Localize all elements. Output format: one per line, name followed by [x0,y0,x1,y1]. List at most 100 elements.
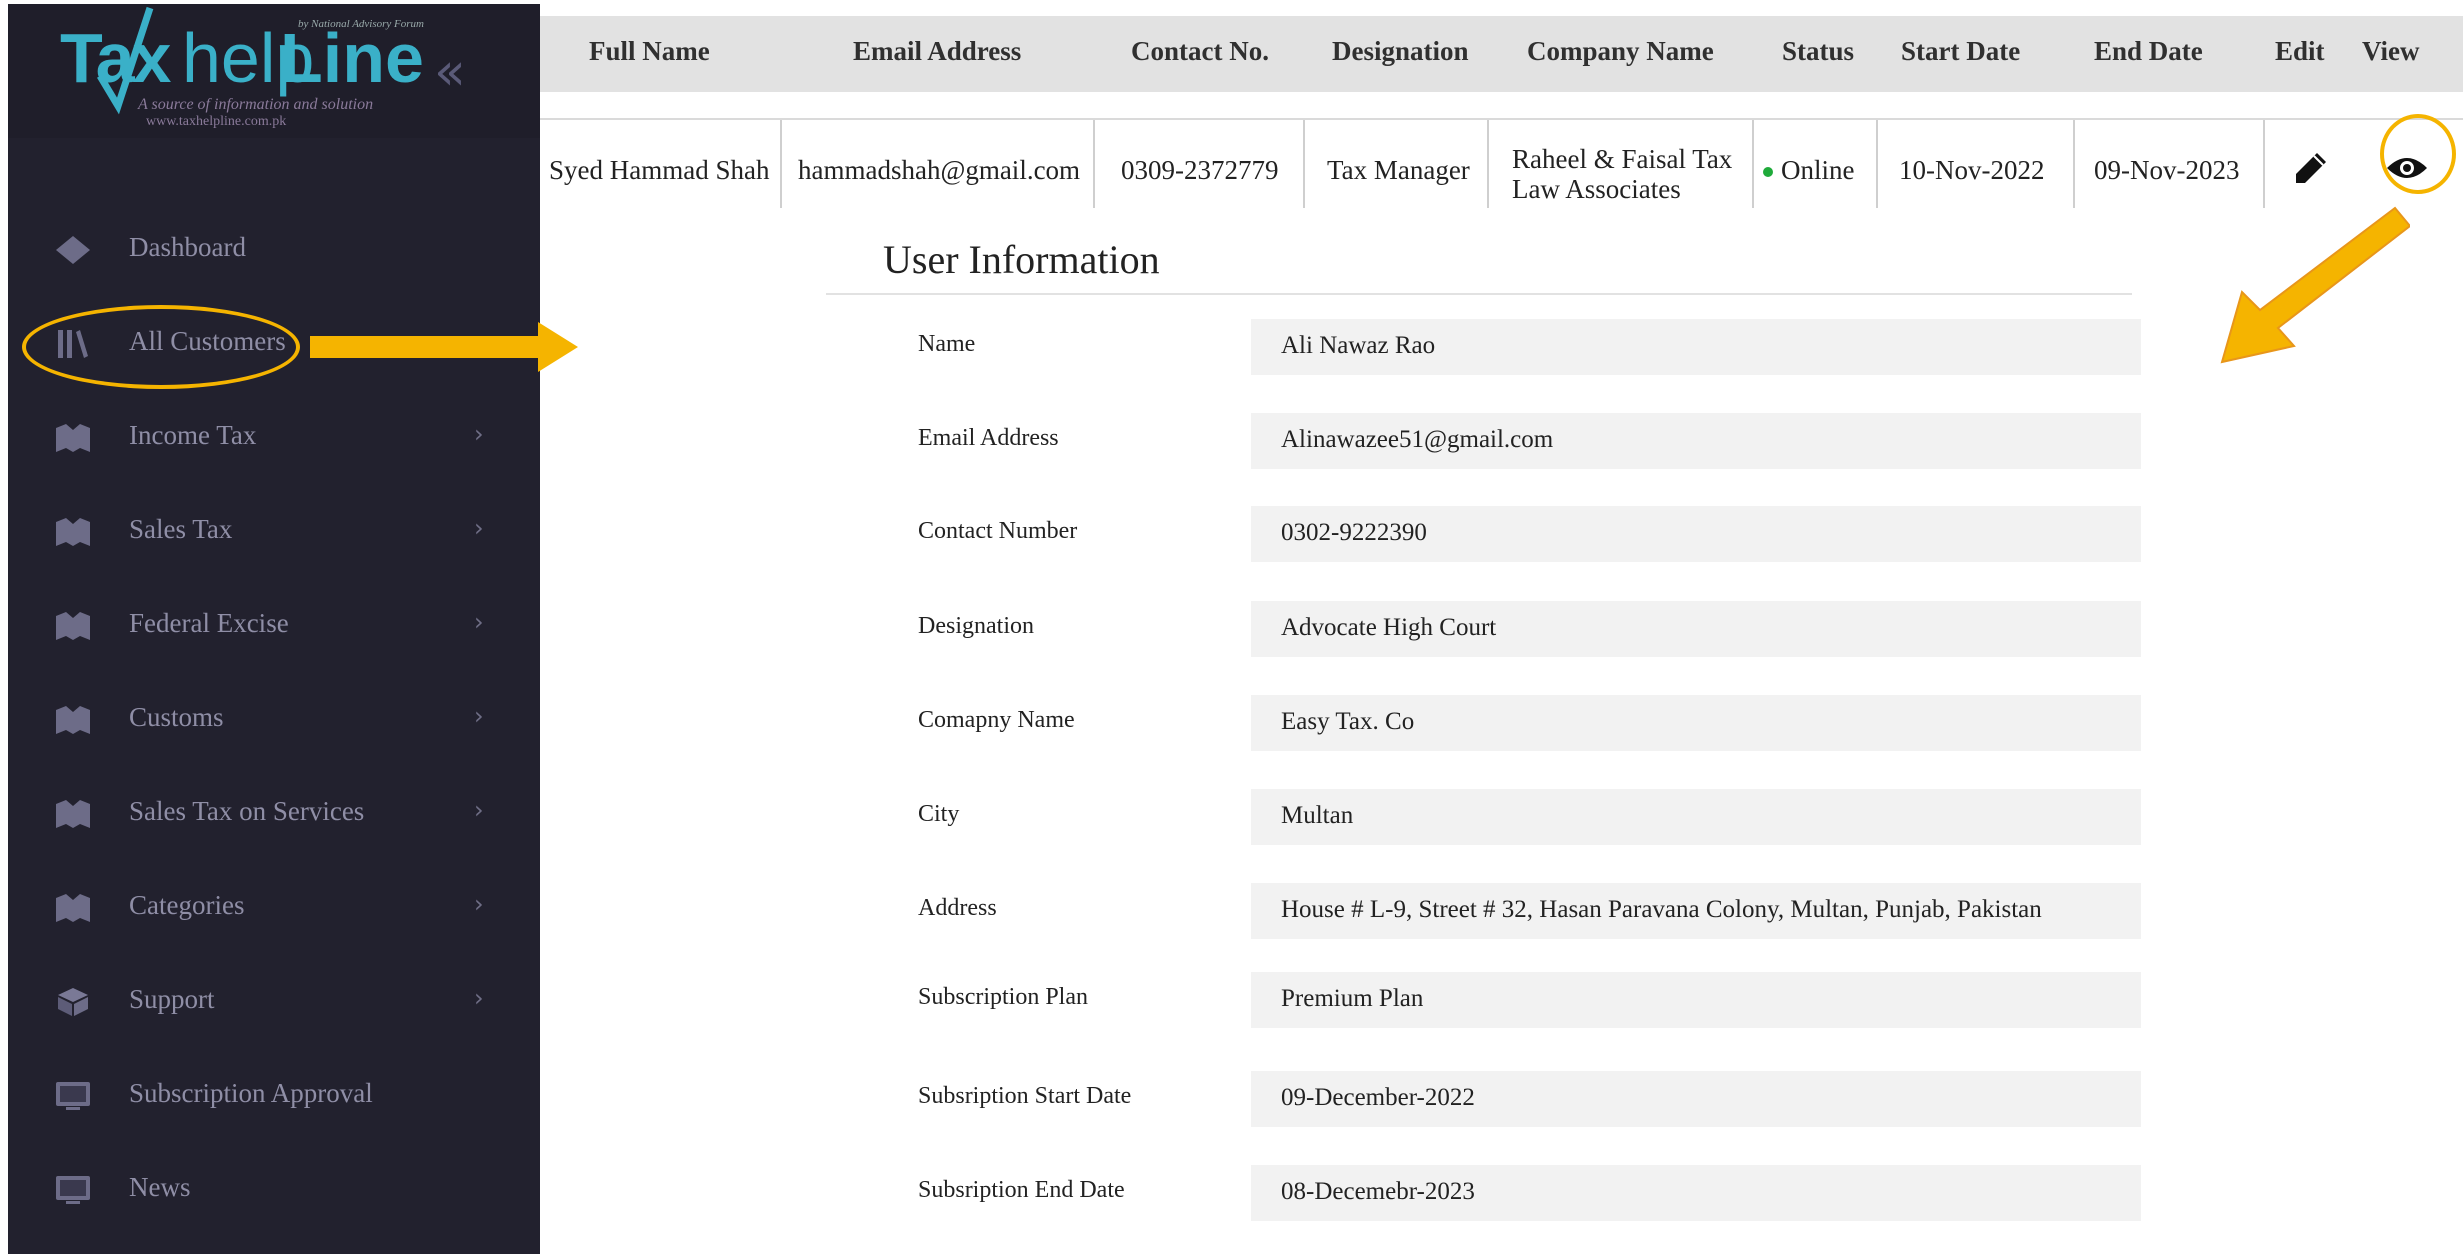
status-online-dot [1763,167,1773,177]
name-value: Ali Nawaz Rao [1281,332,1436,359]
column-header-end-date[interactable]: End Date [2094,36,2203,67]
field-label-designation: Designation [918,613,1034,639]
sidebar-item-sales-tax[interactable]: Sales Tax › [8,502,540,562]
row-divider [540,118,2463,120]
sidebar-item-support[interactable]: Support › [8,972,540,1032]
cell-full-name: Syed Hammad Shah [549,155,770,185]
logo-url: www.taxhelpline.com.pk [146,114,287,129]
sidebar: by National Advisory Forum Tax help Line… [8,4,540,1254]
collapse-sidebar-icon[interactable]: « [434,42,466,102]
cell-company-line2: Law Associates [1512,174,1681,204]
arrow-down-left-annotation-icon [2220,206,2410,364]
column-header-designation[interactable]: Designation [1332,36,1469,67]
column-divider [1876,120,1878,208]
chevron-right-icon: › [474,984,484,1012]
sidebar-item-label: Dashboard [129,232,246,262]
city-field[interactable]: Multan [1251,789,2141,845]
field-label-subscription-plan: Subscription Plan [918,984,1089,1010]
chevron-right-icon: › [474,702,484,730]
sidebar-item-income-tax[interactable]: Income Tax › [8,408,540,468]
column-header-status[interactable]: Status [1782,36,1854,67]
subscription-end-date-value: 08-Decemebr-2023 [1281,1178,1475,1205]
sidebar-item-label: Subscription Approval [129,1078,373,1108]
sidebar-item-customs[interactable]: Customs › [8,690,540,750]
monitor-icon [56,1082,90,1110]
address-field[interactable]: House # L-9, Street # 32, Hasan Paravana… [1251,883,2141,939]
field-label-company: Comapny Name [918,707,1075,733]
subscription-start-date-field[interactable]: 09-December-2022 [1251,1071,2141,1127]
column-divider [2263,120,2265,208]
contact-number-value: 0302-9222390 [1281,519,1427,546]
cell-end-date: 09-Nov-2023 [2094,155,2240,185]
sidebar-item-news[interactable]: News [8,1160,540,1220]
map-icon [56,800,90,828]
map-icon [56,612,90,640]
highlight-view-icon-ellipse [2380,114,2456,194]
field-label-contact: Contact Number [918,518,1078,544]
column-divider [1487,120,1489,208]
city-value: Multan [1281,802,1354,829]
sidebar-item-dashboard[interactable]: Dashboard [8,220,540,280]
chevron-right-icon: › [474,514,484,542]
subscription-plan-value: Premium Plan [1281,985,1424,1012]
cell-email: hammadshah@gmail.com [798,155,1081,185]
sidebar-item-label: Customs [129,702,224,732]
column-divider [1303,120,1305,208]
subscription-plan-field[interactable]: Premium Plan [1251,972,2141,1028]
chevron-right-icon: › [474,890,484,918]
cube-icon [58,988,88,1016]
sidebar-item-label: Support [129,984,215,1014]
diamond-icon [56,236,90,264]
highlight-all-customers-ellipse [22,305,300,389]
map-icon [56,424,90,452]
logo-tagline: A source of information and solution [138,96,374,113]
subscription-end-date-field[interactable]: 08-Decemebr-2023 [1251,1165,2141,1221]
field-label-end-date: Subsription End Date [918,1177,1125,1203]
column-divider [1752,120,1754,208]
cell-company-line1: Raheel & Faisal Tax [1512,144,1733,174]
contact-number-field[interactable]: 0302-9222390 [1251,506,2141,562]
column-divider [780,120,782,208]
monitor-icon [56,1176,90,1204]
map-icon [56,518,90,546]
cell-start-date: 10-Nov-2022 [1899,155,2045,185]
column-header-full-name[interactable]: Full Name [589,36,710,67]
sidebar-item-subscription-approval[interactable]: Subscription Approval [8,1066,540,1126]
sidebar-item-categories[interactable]: Categories › [8,878,540,938]
chevron-right-icon: › [474,420,484,448]
logo-line-text: Line [280,19,424,97]
company-name-value: Easy Tax. Co [1281,708,1415,735]
email-value: Alinawazee51@gmail.com [1281,426,1554,453]
edit-pencil-icon[interactable] [2293,150,2329,186]
company-name-field[interactable]: Easy Tax. Co [1251,695,2141,751]
field-label-city: City [918,801,960,827]
arrow-right-annotation-icon [310,322,578,372]
cell-status: Online [1781,155,1855,185]
sidebar-item-label: Income Tax [129,420,257,450]
field-label-name: Name [918,331,976,357]
address-value: House # L-9, Street # 32, Hasan Paravana… [1281,896,2042,923]
sidebar-item-sales-tax-on-services[interactable]: Sales Tax on Services › [8,784,540,844]
column-header-company[interactable]: Company Name [1527,36,1714,67]
sidebar-item-label: Sales Tax on Services [129,796,365,826]
field-label-address: Address [918,895,997,921]
chevron-right-icon: › [474,608,484,636]
column-divider [1093,120,1095,208]
designation-value: Advocate High Court [1281,614,1497,641]
sidebar-item-label: Sales Tax [129,514,233,544]
column-header-contact[interactable]: Contact No. [1131,36,1269,67]
field-label-email: Email Address [918,425,1059,451]
column-divider [2073,120,2075,208]
designation-field[interactable]: Advocate High Court [1251,601,2141,657]
sidebar-item-label: News [129,1172,191,1202]
sidebar-item-label: Federal Excise [129,608,289,638]
column-header-view: View [2362,36,2420,66]
column-header-edit: Edit [2275,36,2325,66]
name-field[interactable]: Ali Nawaz Rao [1251,319,2141,375]
email-field[interactable]: Alinawazee51@gmail.com [1251,413,2141,469]
user-info-title: User Information [883,237,1160,282]
column-header-email[interactable]: Email Address [853,36,1021,67]
column-header-start-date[interactable]: Start Date [1901,36,2020,67]
sidebar-item-federal-excise[interactable]: Federal Excise › [8,596,540,656]
cell-designation: Tax Manager [1327,155,1470,185]
